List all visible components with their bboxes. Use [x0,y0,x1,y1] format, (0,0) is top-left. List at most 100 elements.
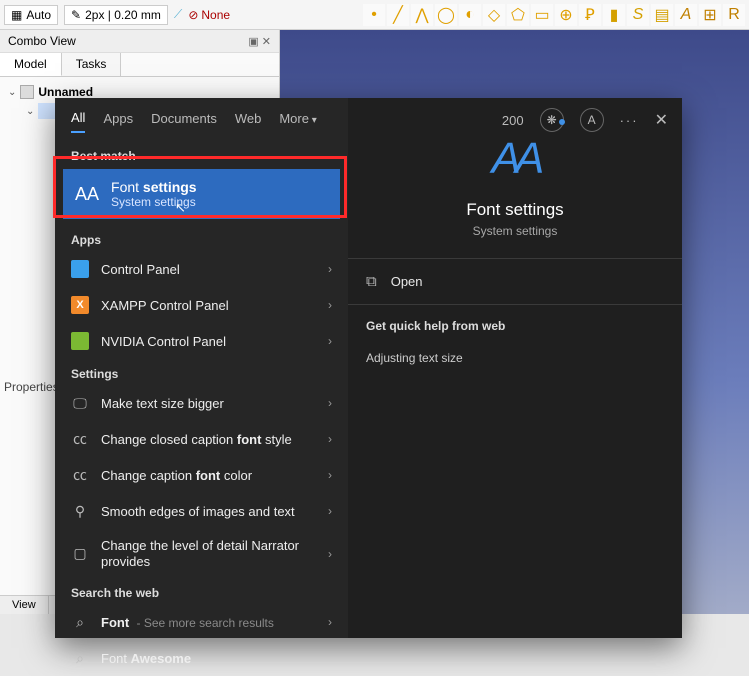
caption-icon: ㏄ [71,430,89,448]
tab-more[interactable]: More [279,111,316,132]
tool-icon[interactable]: ▭ [531,4,553,26]
tool-icon[interactable]: ⊕ [555,4,577,26]
preview-title: Font settings [466,200,563,220]
magnify-icon: ⚲ [71,502,89,520]
nvidia-icon [71,332,89,350]
chevron-down-icon: ⌄ [26,106,34,117]
rewards-points[interactable]: 200 [502,113,524,128]
tab-all[interactable]: All [71,110,85,133]
section-best-match: Best match [55,141,348,167]
tree-doc-name: Unnamed [38,85,93,99]
panel-controls[interactable]: ▣ ✕ [248,35,271,48]
tab-model[interactable]: Model [0,53,62,76]
caption-icon: ㏄ [71,466,89,484]
tool-icon[interactable]: ▤ [651,4,673,26]
result-label: Control Panel [101,262,180,277]
tab-tasks[interactable]: Tasks [62,53,122,76]
linewidth-field[interactable]: ✎ 2px | 0.20 mm [64,5,168,25]
result-label: Font - See more search results [101,615,274,630]
app-result-xampp[interactable]: XXAMPP Control Panel › [55,287,348,323]
tool-icon[interactable]: • [363,4,385,26]
open-icon: ⧉ [366,273,377,290]
more-options-icon[interactable]: ··· [620,113,639,128]
search-preview-column: AA Font settings System settings ⧉ Open … [348,98,682,638]
tool-icon[interactable]: A [675,4,697,26]
chevron-right-icon: › [328,504,332,518]
setting-result[interactable]: ㏄ Change caption font color › [55,457,348,493]
search-icon: ⌕ [71,649,89,667]
help-item[interactable]: Adjusting text size [366,347,664,369]
app-result-nvidia[interactable]: NVIDIA Control Panel › [55,323,348,359]
user-avatar[interactable]: A [580,108,604,132]
font-aa-icon: AA [75,184,99,205]
tool-icon[interactable]: ◐ [459,4,481,26]
app-result-control-panel[interactable]: Control Panel › [55,251,348,287]
auto-label: Auto [26,8,51,22]
result-label: Make text size bigger [101,396,224,411]
tool-icon[interactable]: ⬠ [507,4,529,26]
notification-dot-icon [559,119,565,125]
web-result[interactable]: ⌕ Font Awesome [55,640,348,676]
setting-result[interactable]: ⚲Smooth edges of images and text › [55,493,348,529]
best-match-subtitle: System settings [111,195,197,209]
combo-title: Combo View [8,34,76,48]
result-label: Change the level of detail Narrator prov… [101,538,301,569]
chevron-right-icon: › [328,262,332,276]
tool-icon[interactable]: Ꝑ [579,4,601,26]
narrator-icon: ▢ [71,545,89,563]
result-label: Font Awesome [101,651,191,666]
chevron-right-icon: › [328,615,332,629]
font-aa-large-icon: AA [492,134,539,184]
open-label: Open [391,274,423,289]
none-label: None [201,8,230,22]
tool-icon[interactable]: ⊞ [699,4,721,26]
tool-icon[interactable]: ⋀ [411,4,433,26]
document-icon [20,85,34,99]
monitor-icon: 🖵 [71,394,89,412]
tab-apps[interactable]: Apps [103,111,133,132]
rewards-icon[interactable]: ❋ [540,108,564,132]
tab-web[interactable]: Web [235,111,262,132]
help-label: Get quick help from web [366,319,664,333]
chevron-right-icon: › [328,547,332,561]
section-web: Search the web [55,578,348,604]
prohibit-icon: ⊘ [188,8,198,22]
setting-result[interactable]: ㏄Change closed caption font style › [55,421,348,457]
combo-tabs: Model Tasks [0,53,279,77]
chevron-right-icon: › [328,432,332,446]
search-results-column: All Apps Documents Web More Best match A… [55,98,348,638]
setting-result[interactable]: 🖵Make text size bigger › [55,385,348,421]
tab-documents[interactable]: Documents [151,111,217,132]
layers-icon: ▦ [11,8,22,22]
tool-icon[interactable]: ╱ [387,4,409,26]
linewidth-value: 2px | 0.20 mm [85,8,161,22]
xampp-icon: X [71,296,89,314]
pen-icon: ✎ [71,8,81,22]
chevron-right-icon: › [328,468,332,482]
tool-icons: •╱⋀◯◐◇⬠▭⊕Ꝑ▮S▤A⊞R [363,4,745,26]
search-icon: ⌕ [71,613,89,631]
tool-icon[interactable]: ▮ [603,4,625,26]
tool-icon[interactable]: R [723,4,745,26]
tool-icon[interactable]: ◇ [483,4,505,26]
result-label: Change caption font color [101,468,252,483]
chevron-down-icon: ⌄ [8,87,16,98]
windows-search-panel: All Apps Documents Web More Best match A… [55,98,682,638]
brush-icon[interactable]: ⟋ [174,7,182,22]
control-panel-icon [71,260,89,278]
preview-subtitle: System settings [473,224,558,238]
tool-icon[interactable]: ◯ [435,4,457,26]
combo-header: Combo View ▣ ✕ [0,30,279,53]
close-icon[interactable]: ✕ [655,110,668,130]
tool-icon[interactable]: S [627,4,649,26]
open-action[interactable]: ⧉ Open [348,259,682,305]
section-settings: Settings [55,359,348,385]
none-button[interactable]: ⊘ None [188,8,230,22]
auto-button[interactable]: ▦ Auto [4,5,58,25]
web-result[interactable]: ⌕ Font - See more search results › [55,604,348,640]
setting-result[interactable]: ▢ Change the level of detail Narrator pro… [55,529,348,578]
app-toolbar: ▦ Auto ✎ 2px | 0.20 mm ⟋ ⊘ None •╱⋀◯◐◇⬠▭… [0,0,749,30]
search-filter-tabs: All Apps Documents Web More [55,98,348,141]
tab-view[interactable]: View [0,596,49,614]
best-match-result[interactable]: AA Font settings System settings [63,169,340,219]
